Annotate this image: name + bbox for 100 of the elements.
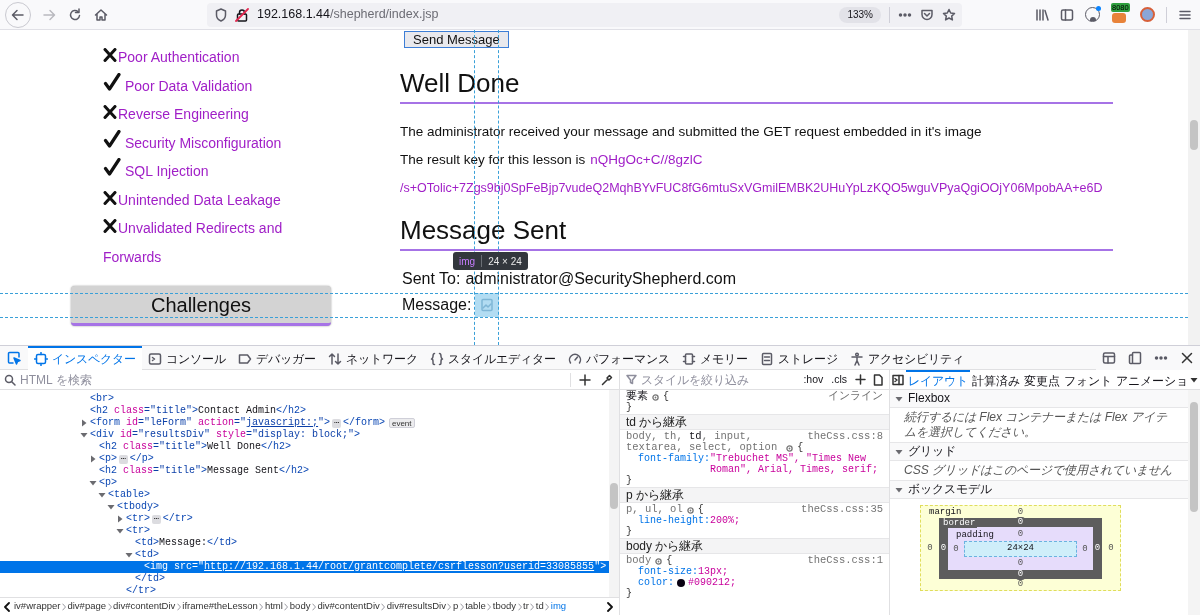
breadcrumb[interactable]: p xyxy=(452,599,459,614)
lesson-link[interactable]: Reverse Engineering xyxy=(103,100,249,129)
scrollbar[interactable] xyxy=(1188,30,1200,345)
close-icon[interactable] xyxy=(1180,350,1194,365)
devtools-tab[interactable]: パフォーマンス xyxy=(562,345,676,370)
pocket-icon[interactable] xyxy=(920,7,934,22)
markup-line[interactable]: <td> xyxy=(135,549,159,561)
expand-toggle-icon[interactable] xyxy=(89,455,97,463)
gear-icon[interactable] xyxy=(685,506,695,515)
breadcrumb[interactable]: iv#wrapper xyxy=(14,599,61,614)
style-filter-field[interactable]: スタイルを絞り込み xyxy=(641,370,800,389)
address-bar[interactable]: 192.168.1.44/shepherd/index.jsp 133% xyxy=(207,2,962,27)
challenges-button[interactable]: Challenges xyxy=(71,286,331,326)
element-picker-icon[interactable] xyxy=(7,350,21,365)
breadcrumb[interactable]: td xyxy=(535,599,544,614)
hover-states-toggle[interactable]: :hov xyxy=(803,371,824,388)
classes-toggle[interactable]: .cls xyxy=(831,371,847,388)
collapsed-content-badge[interactable]: ⋯ xyxy=(119,454,128,464)
breadcrumb[interactable]: img xyxy=(550,599,567,614)
result-key-link[interactable]: /s+OTolic+7Zgs9bj0SpFeBjp7vudeQ2MqhBYvFUC8fG6mtuSxVGmilEMBK2UHuYpLzKQO5wguVPyaQgiOOjY06MpobAA+e6D xyxy=(400,174,1103,202)
breadcrumb[interactable]: tr xyxy=(523,599,529,614)
devtools-tab[interactable]: デバッガー xyxy=(232,345,322,370)
expand-toggle-icon[interactable] xyxy=(895,485,903,494)
rule-source-link[interactable]: インライン xyxy=(828,391,883,402)
lesson-link[interactable]: Security Misconfiguration xyxy=(103,128,282,157)
sidebar-icon[interactable] xyxy=(1060,7,1074,22)
expand-toggle-icon[interactable] xyxy=(116,527,124,535)
markup-line[interactable]: <td>Message:</td> xyxy=(135,537,238,549)
url-text[interactable]: 192.168.1.44/shepherd/index.jsp xyxy=(257,5,439,24)
gear-icon[interactable] xyxy=(785,444,795,453)
result-key-link[interactable]: nQHgOc+C//8gzlC xyxy=(590,146,703,174)
breadcrumb[interactable]: div#resultsDiv xyxy=(386,599,446,614)
extension-icon[interactable] xyxy=(1112,12,1126,23)
expand-toggle-icon[interactable] xyxy=(895,394,903,403)
markup-line[interactable]: <tbody> xyxy=(117,501,159,513)
breadcrumb[interactable]: div#contentDiv xyxy=(317,599,380,614)
devtools-tab[interactable]: メモリー xyxy=(676,345,754,370)
event-badge[interactable]: event xyxy=(388,418,415,428)
markup-line[interactable]: <tr> xyxy=(126,513,150,525)
expand-toggle-icon[interactable] xyxy=(80,419,88,427)
collapsed-content-badge[interactable]: ⋯ xyxy=(152,514,161,524)
markup-line[interactable]: <img src="http://192.168.1.44/root/grantcomplete/csrflesson?userid=33085855"> xyxy=(144,561,607,573)
scroll-right-icon[interactable] xyxy=(605,601,615,612)
star-icon[interactable] xyxy=(942,7,956,22)
gear-icon[interactable] xyxy=(651,393,660,402)
section-header[interactable]: グリッド xyxy=(908,444,956,459)
devtools-tab[interactable]: ネットワーク xyxy=(322,345,424,370)
document-icon[interactable] xyxy=(873,373,883,386)
lesson-link[interactable]: Poor Authentication xyxy=(103,43,240,72)
expand-toggle-icon[interactable] xyxy=(98,491,106,499)
split-console-icon[interactable] xyxy=(1102,350,1116,365)
scrollbar[interactable] xyxy=(1188,390,1200,615)
breadcrumb[interactable]: table xyxy=(465,599,486,614)
markup-line[interactable]: <tr> xyxy=(126,525,150,537)
markup-line[interactable]: <h2 class="title">Well Done</h2> xyxy=(99,441,292,453)
extension-icon[interactable] xyxy=(1140,7,1155,22)
sidebar-toggle-icon[interactable] xyxy=(892,373,904,386)
scrollbar[interactable] xyxy=(609,390,619,597)
lesson-link[interactable]: Unvalidated Redirects and Forwards xyxy=(103,214,303,271)
dropdown-caret-icon[interactable] xyxy=(1190,375,1198,384)
breadcrumb[interactable]: div#page xyxy=(67,599,107,614)
color-swatch[interactable] xyxy=(677,578,685,587)
lesson-link[interactable]: SQL Injection xyxy=(103,157,209,186)
sidebar-tab[interactable]: フォント xyxy=(1062,369,1114,390)
breadcrumb[interactable]: html xyxy=(264,599,283,614)
markup-line[interactable]: <div id="resultsDiv" style="display: block;"> xyxy=(90,429,361,441)
sidebar-tab[interactable]: 計算済み xyxy=(970,369,1022,390)
scroll-left-icon[interactable] xyxy=(2,601,12,612)
shield-icon[interactable] xyxy=(215,7,227,22)
breadcrumb[interactable]: tbody xyxy=(492,599,517,614)
markup-line[interactable]: <h2 class="title">Contact Admin</h2> xyxy=(90,405,307,417)
expand-toggle-icon[interactable] xyxy=(116,515,124,523)
markup-line[interactable]: <table> xyxy=(108,489,150,501)
devtools-tab[interactable]: アクセシビリティ xyxy=(844,345,970,370)
lesson-link[interactable]: Unintended Data Leakage xyxy=(103,185,281,214)
collapsed-content-badge[interactable]: ⋯ xyxy=(332,418,341,428)
devtools-tab[interactable]: コンソール xyxy=(142,345,232,370)
gear-icon[interactable] xyxy=(654,557,664,566)
devtools-tab[interactable]: スタイルエディター xyxy=(424,345,562,370)
section-header[interactable]: Flexbox xyxy=(908,391,951,406)
breadcrumb[interactable]: body xyxy=(289,599,311,614)
expand-toggle-icon[interactable] xyxy=(80,431,88,439)
add-rule-icon[interactable] xyxy=(855,374,866,385)
expand-toggle-icon[interactable] xyxy=(107,503,115,511)
breadcrumb[interactable]: iframe#theLesson xyxy=(182,599,258,614)
rule-source-link[interactable]: theCss.css:1 xyxy=(807,555,883,566)
devtools-tab[interactable]: ストレージ xyxy=(754,345,844,370)
lesson-link[interactable]: Poor Data Validation xyxy=(103,71,253,100)
expand-toggle-icon[interactable] xyxy=(89,479,97,487)
zoom-level-button[interactable]: 133% xyxy=(839,6,881,23)
markup-line[interactable]: <p> xyxy=(99,477,117,489)
devtools-tab[interactable]: インスペクター xyxy=(28,345,142,370)
markup-line[interactable]: <h2 class="title">Message Sent</h2> xyxy=(99,465,310,477)
expand-toggle-icon[interactable] xyxy=(125,551,133,559)
rule-source-link[interactable]: theCss.css:35 xyxy=(801,504,883,515)
expand-toggle-icon[interactable] xyxy=(895,447,903,456)
sidebar-tab[interactable]: 変更点 xyxy=(1022,369,1062,390)
sidebar-tab[interactable]: アニメーショ xyxy=(1114,369,1190,390)
markup-line[interactable]: <form id="leForm" action="javascript:;"> xyxy=(90,417,331,429)
insecure-lock-icon[interactable] xyxy=(235,7,249,22)
